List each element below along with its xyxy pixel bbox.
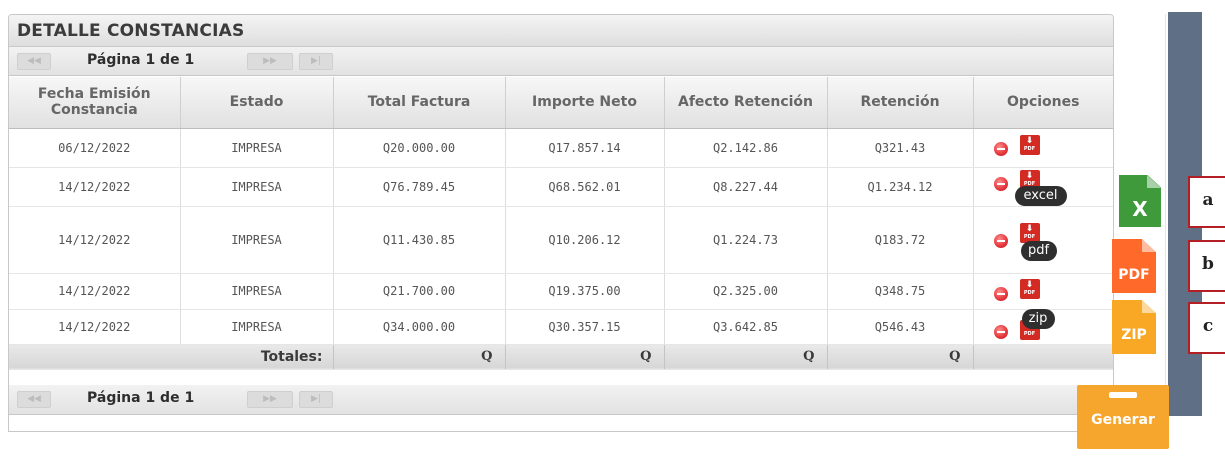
retencion-sum: Q xyxy=(827,343,974,370)
remove-icon[interactable] xyxy=(993,286,1008,301)
generar-label: Generar xyxy=(1091,412,1155,428)
header-importe-neto[interactable]: Importe Neto xyxy=(505,77,665,129)
excel-tooltip: excel xyxy=(1014,185,1067,206)
cell-afecto: Q2.325.00 xyxy=(664,273,828,310)
remove-icon[interactable] xyxy=(993,233,1008,248)
cell-neto: Q19.375.00 xyxy=(505,273,665,310)
label-c: c xyxy=(1188,302,1225,354)
constancias-table: Fecha Emisión Constancia Estado Total Fa… xyxy=(9,77,1113,370)
pager-bottom: ◀◀ Página 1 de 1 ▶▶ ▶| xyxy=(9,385,1113,415)
pdf-download-icon[interactable]: ⬇PDF xyxy=(1019,222,1040,243)
cell-afecto: Q8.227.44 xyxy=(664,167,828,207)
cell-total: Q76.789.45 xyxy=(333,167,506,207)
table-row: 14/12/2022 IMPRESA Q21.700.00 Q19.375.00… xyxy=(9,273,1113,310)
cell-fecha: 06/12/2022 xyxy=(9,128,181,168)
cell-afecto: Q3.642.85 xyxy=(664,309,828,345)
table-row: 14/12/2022 IMPRESA Q11.430.85 Q10.206.12… xyxy=(9,206,1113,274)
cell-total: Q11.430.85 xyxy=(333,206,506,274)
table-row: 14/12/2022 IMPRESA Q76.789.45 Q68.562.01… xyxy=(9,167,1113,207)
totals-opciones-empty xyxy=(973,343,1113,370)
cell-neto: Q30.357.15 xyxy=(505,309,665,345)
remove-icon[interactable] xyxy=(993,324,1008,339)
header-opciones: Opciones xyxy=(973,77,1113,129)
cell-retencion: Q1.234.12 xyxy=(827,167,974,207)
remove-icon[interactable] xyxy=(993,141,1008,156)
cell-neto: Q68.562.01 xyxy=(505,167,665,207)
cell-estado: IMPRESA xyxy=(180,167,334,207)
label-b: b xyxy=(1188,240,1225,292)
generar-button[interactable]: Generar xyxy=(1077,385,1169,449)
pager-top: ◀◀ Página 1 de 1 ▶▶ ▶| xyxy=(9,47,1113,76)
pager-bottom-text: Página 1 de 1 xyxy=(87,390,195,406)
detalle-constancias-panel: DETALLE CONSTANCIAS ◀◀ Página 1 de 1 ▶▶ … xyxy=(8,14,1114,432)
cell-retencion: Q546.43 xyxy=(827,309,974,345)
pdf-tooltip: pdf xyxy=(1020,240,1057,261)
table-row: 14/12/2022 IMPRESA Q34.000.00 Q30.357.15… xyxy=(9,308,1113,345)
cell-retencion: Q321.43 xyxy=(827,128,974,168)
cell-retencion: Q348.75 xyxy=(827,273,974,310)
cell-opciones: ⬇PDF zip xyxy=(973,308,1113,345)
cell-total: Q20.000.00 xyxy=(333,128,506,168)
cell-fecha: 14/12/2022 xyxy=(9,206,181,274)
pdf-download-icon[interactable]: ⬇PDF xyxy=(1019,134,1040,155)
cell-estado: IMPRESA xyxy=(180,309,334,345)
cell-afecto: Q2.142.86 xyxy=(664,128,828,168)
zip-tooltip: zip xyxy=(1021,308,1055,329)
cell-fecha: 14/12/2022 xyxy=(9,309,181,345)
label-a: a xyxy=(1188,176,1225,228)
header-total-factura[interactable]: Total Factura xyxy=(333,77,506,129)
cell-afecto: Q1.224.73 xyxy=(664,206,828,274)
cell-retencion: Q183.72 xyxy=(827,206,974,274)
last-page-button[interactable]: ▶| xyxy=(299,391,333,408)
cell-fecha: 14/12/2022 xyxy=(9,273,181,310)
cell-opciones: ⬇ PDF pdf xyxy=(973,206,1113,274)
pdf-file-icon[interactable]: PDF xyxy=(1112,239,1156,293)
cell-opciones: ⬇ PDF xyxy=(973,273,1113,310)
totals-row: Totales: Q Q Q Q xyxy=(9,343,1113,370)
header-fecha[interactable]: Fecha Emisión Constancia xyxy=(9,77,181,129)
zip-file-icon[interactable]: ZIP xyxy=(1112,300,1156,354)
cell-estado: IMPRESA xyxy=(180,273,334,310)
excel-file-icon[interactable]: X xyxy=(1119,175,1161,227)
remove-icon[interactable] xyxy=(993,176,1008,191)
cell-estado: IMPRESA xyxy=(180,128,334,168)
first-page-button[interactable]: ◀◀ xyxy=(17,391,51,408)
table-header-row: Fecha Emisión Constancia Estado Total Fa… xyxy=(9,77,1113,129)
cell-neto: Q17.857.14 xyxy=(505,128,665,168)
cell-opciones: ⬇ PDF xyxy=(973,128,1113,168)
last-page-button[interactable]: ▶| xyxy=(299,53,333,70)
importe-neto-sum: Q xyxy=(505,343,665,370)
pager-top-text: Página 1 de 1 xyxy=(87,52,195,68)
cell-estado: IMPRESA xyxy=(180,206,334,274)
afecto-retencion-sum: Q xyxy=(664,343,828,370)
total-factura-sum: Q xyxy=(333,343,506,370)
header-retencion[interactable]: Retención xyxy=(827,77,974,129)
totals-label: Totales: xyxy=(9,343,334,370)
header-estado[interactable]: Estado xyxy=(180,77,334,129)
cell-fecha: 14/12/2022 xyxy=(9,167,181,207)
header-afecto-retencion[interactable]: Afecto Retención xyxy=(664,77,828,129)
minus-icon xyxy=(1109,392,1137,398)
first-page-button[interactable]: ◀◀ xyxy=(17,53,51,70)
panel-title: DETALLE CONSTANCIAS xyxy=(9,15,1113,47)
pdf-download-icon[interactable]: ⬇PDF xyxy=(1019,278,1040,299)
cell-total: Q21.700.00 xyxy=(333,273,506,310)
cell-total: Q34.000.00 xyxy=(333,309,506,345)
next-page-button[interactable]: ▶▶ xyxy=(247,391,293,408)
cell-neto: Q10.206.12 xyxy=(505,206,665,274)
table-row: 06/12/2022 IMPRESA Q20.000.00 Q17.857.14… xyxy=(9,128,1113,168)
next-page-button[interactable]: ▶▶ xyxy=(247,53,293,70)
cell-opciones: ⬇ PDF excel xyxy=(973,167,1113,207)
